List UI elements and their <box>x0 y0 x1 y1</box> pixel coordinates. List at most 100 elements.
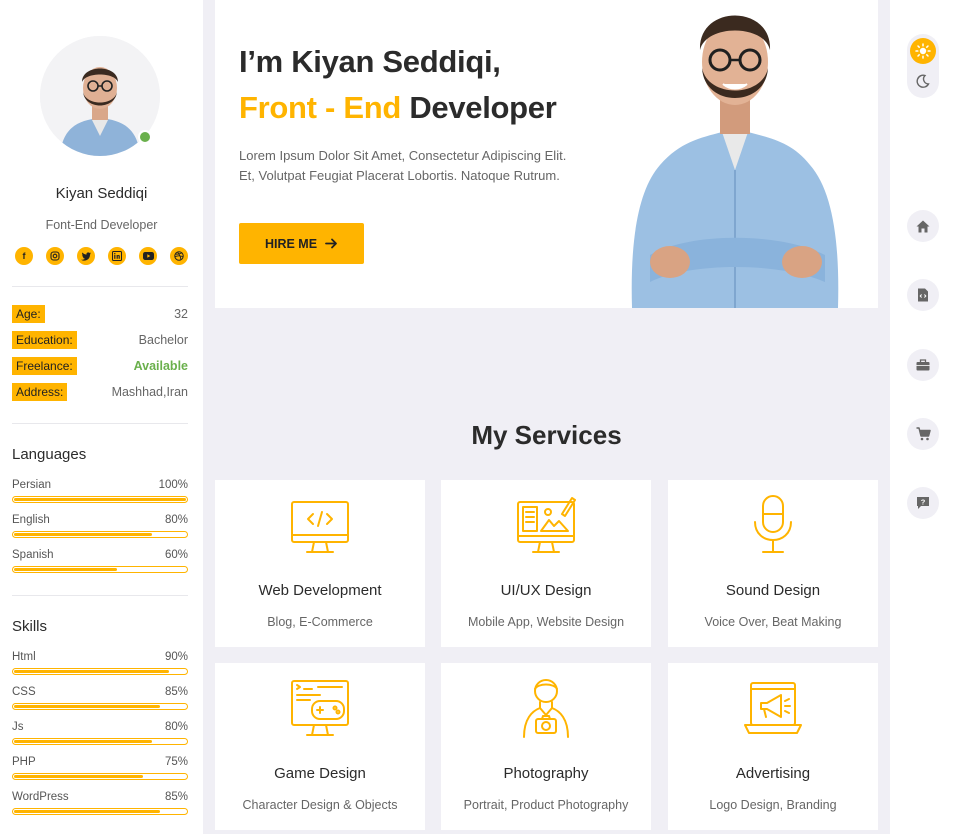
hero-heading: I’m Kiyan Seddiqi, <box>239 44 501 79</box>
service-card-uiux-design[interactable]: UI/UX Design Mobile App, Website Design <box>441 480 651 647</box>
language-bar-row: Spanish 60% <box>12 549 188 573</box>
skills-title: Skills <box>12 618 48 635</box>
hire-me-button[interactable]: HIRE ME <box>239 223 364 264</box>
service-card-advertising[interactable]: Advertising Logo Design, Branding <box>668 663 878 830</box>
service-card-photography[interactable]: Photography Portrait, Product Photograph… <box>441 663 651 830</box>
info-value: 32 <box>174 307 188 321</box>
skill-bar-row: CSS 85% <box>12 686 188 710</box>
info-key: Freelance: <box>12 357 77 375</box>
progress-bar-fill <box>14 705 161 708</box>
languages-title: Languages <box>12 446 87 463</box>
bar-header: Js 80% <box>12 721 188 733</box>
svg-text:?: ? <box>921 498 926 507</box>
arrow-right-icon <box>325 238 337 249</box>
gamepad-monitor-icon <box>291 680 349 736</box>
bar-percent: 80% <box>164 721 188 733</box>
cart-icon[interactable] <box>907 418 939 450</box>
divider <box>12 423 188 424</box>
microphone-icon <box>754 495 792 553</box>
linkedin-icon[interactable] <box>108 247 126 265</box>
service-subtitle: Voice Over, Beat Making <box>704 615 842 629</box>
bar-header: English 80% <box>12 514 188 526</box>
bar-header: Html 90% <box>12 651 188 663</box>
info-key: Address: <box>12 383 68 401</box>
bar-percent: 85% <box>164 791 188 803</box>
info-row-freelance: Freelance: Available <box>12 357 188 375</box>
bar-percent: 75% <box>164 756 188 768</box>
bar-label: English <box>12 514 50 526</box>
instagram-icon[interactable] <box>46 247 64 265</box>
progress-bar <box>12 566 188 573</box>
bar-header: Persian 100% <box>12 479 188 491</box>
info-row-education: Education: Bachelor <box>12 331 188 349</box>
service-title: Sound Design <box>725 582 821 599</box>
service-subtitle: Mobile App, Website Design <box>467 615 625 629</box>
progress-bar <box>12 703 188 710</box>
hire-me-label: HIRE ME <box>264 236 318 251</box>
hero-portrait <box>630 0 840 308</box>
divider <box>12 286 188 287</box>
service-title: Web Development <box>258 582 382 599</box>
progress-bar-fill <box>14 740 152 743</box>
info-key: Education: <box>12 331 77 349</box>
moon-icon[interactable] <box>910 68 936 94</box>
youtube-icon[interactable] <box>139 247 157 265</box>
service-subtitle: Logo Design, Branding <box>709 798 837 812</box>
progress-bar-fill <box>14 670 169 673</box>
service-card-web-development[interactable]: Web Development Blog, E-Commerce <box>215 480 425 647</box>
skill-bar-row: Js 80% <box>12 721 188 745</box>
service-title: Game Design <box>274 765 366 782</box>
progress-bar-fill <box>14 568 118 571</box>
progress-bar-fill <box>14 533 152 536</box>
design-monitor-icon <box>517 497 576 553</box>
sun-icon[interactable] <box>910 38 936 64</box>
theme-toggle <box>907 34 939 98</box>
bar-percent: 60% <box>164 549 188 561</box>
progress-bar-fill <box>14 810 161 813</box>
hero-role-text: Developer <box>401 90 557 125</box>
avatar <box>40 36 160 156</box>
progress-bar <box>12 773 188 780</box>
info-row-address: Address: Mashhad,Iran <box>12 383 188 401</box>
progress-bar <box>12 808 188 815</box>
services-title: My Services <box>471 420 622 450</box>
info-value: Mashhad,Iran <box>111 385 188 399</box>
profile-name: Kiyan Seddiqi <box>55 185 148 202</box>
bar-label: Js <box>12 721 24 733</box>
right-nav-rail: ? <box>890 0 953 834</box>
progress-bar-fill <box>14 775 143 778</box>
bar-label: Persian <box>12 479 51 491</box>
photographer-icon <box>523 679 569 738</box>
progress-bar <box>12 738 188 745</box>
service-card-game-design[interactable]: Game Design Character Design & Objects <box>215 663 425 830</box>
skill-bar-row: Html 90% <box>12 651 188 675</box>
facebook-icon[interactable]: f <box>15 247 33 265</box>
bar-percent: 80% <box>164 514 188 526</box>
briefcase-icon[interactable] <box>907 349 939 381</box>
language-bar-row: Persian 100% <box>12 479 188 503</box>
twitter-icon[interactable] <box>77 247 95 265</box>
service-title: Advertising <box>735 765 811 782</box>
dribbble-icon[interactable] <box>170 247 188 265</box>
service-title: Photography <box>503 765 589 782</box>
service-subtitle: Portrait, Product Photography <box>463 798 629 812</box>
bar-label: WordPress <box>12 791 69 803</box>
help-icon[interactable]: ? <box>907 487 939 519</box>
bar-header: Spanish 60% <box>12 549 188 561</box>
home-icon[interactable] <box>907 210 939 242</box>
language-bar-row: English 80% <box>12 514 188 538</box>
service-title: UI/UX Design <box>500 582 592 599</box>
file-code-icon[interactable] <box>907 279 939 311</box>
hero-accent-text: Front - End <box>239 90 401 125</box>
service-subtitle: Character Design & Objects <box>242 798 398 812</box>
bar-label: Html <box>12 651 36 663</box>
online-status-dot <box>138 130 152 144</box>
profile-sidebar: Kiyan Seddiqi Font-End Developer f Age: … <box>0 0 203 834</box>
bar-label: PHP <box>12 756 36 768</box>
info-key: Age: <box>12 305 45 323</box>
service-card-sound-design[interactable]: Sound Design Voice Over, Beat Making <box>668 480 878 647</box>
service-subtitle: Blog, E-Commerce <box>267 615 373 629</box>
info-value: Available <box>133 359 188 373</box>
bar-label: Spanish <box>12 549 54 561</box>
progress-bar <box>12 668 188 675</box>
